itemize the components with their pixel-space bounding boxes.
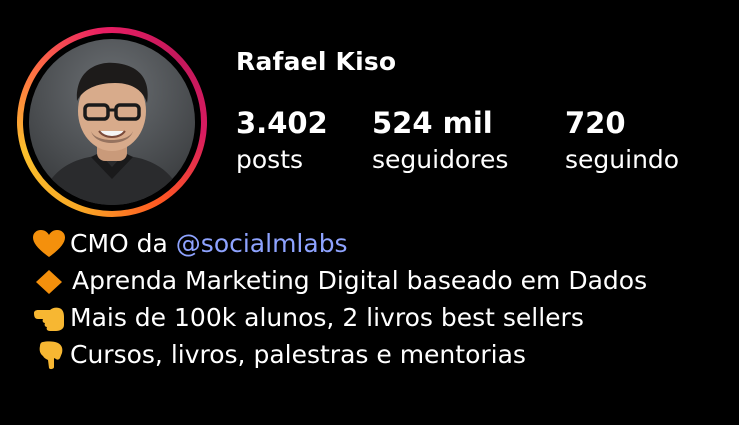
orange-heart-icon [32, 229, 66, 259]
pointing-down-hand-icon [32, 340, 66, 370]
bio-offerings-text: Cursos, livros, palestras e mentorias [70, 340, 526, 369]
stat-followers[interactable]: 524 mil seguidores [372, 106, 508, 176]
story-ring[interactable] [17, 27, 207, 217]
bio-mention-link[interactable]: @socialmlabs [176, 225, 348, 262]
bio-tagline-text: Aprenda Marketing Digital baseado em Dad… [72, 266, 648, 295]
bio-role-text: CMO da [70, 229, 176, 258]
stat-posts[interactable]: 3.402 posts [236, 106, 328, 176]
bio-line-offerings: Cursos, livros, palestras e mentorias [32, 336, 722, 373]
pointing-left-hand-icon [32, 303, 66, 333]
bio-line-role: CMO da @socialmlabs [32, 225, 722, 262]
orange-diamond-icon [32, 267, 66, 297]
bio-line-tagline: Aprenda Marketing Digital baseado em Dad… [32, 262, 722, 299]
avatar[interactable] [29, 39, 195, 205]
following-label: seguindo [565, 145, 680, 174]
profile-header: Rafael Kiso 3.402 posts 524 mil seguidor… [0, 0, 739, 425]
followers-label: seguidores [372, 145, 509, 174]
avatar-photo [39, 62, 185, 205]
profile-bio: CMO da @socialmlabs Aprenda Marketing Di… [32, 225, 722, 373]
posts-count: 3.402 [236, 106, 328, 140]
stat-following[interactable]: 720 seguindo [565, 106, 679, 176]
bio-stats-text: Mais de 100k alunos, 2 livros best selle… [70, 303, 584, 332]
posts-label: posts [236, 145, 304, 174]
bio-line-stats: Mais de 100k alunos, 2 livros best selle… [32, 299, 722, 336]
profile-username: Rafael Kiso [236, 47, 397, 76]
following-count: 720 [565, 106, 626, 140]
followers-count: 524 mil [372, 106, 493, 140]
